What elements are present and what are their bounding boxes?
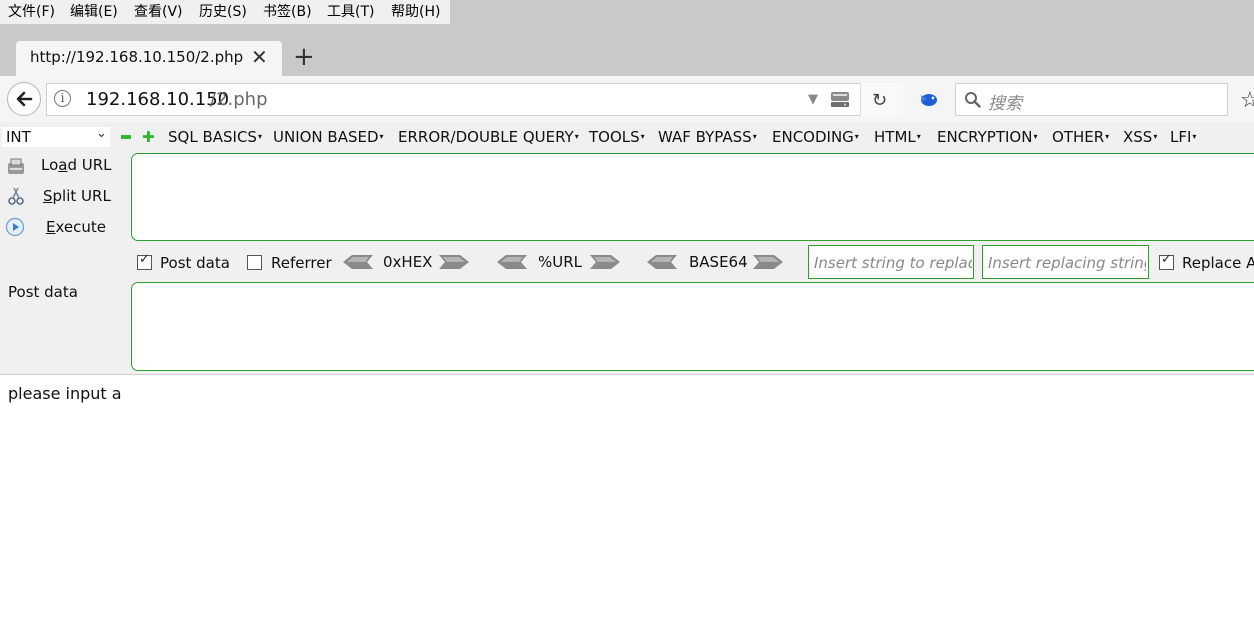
check-icon: ✓	[1161, 252, 1172, 267]
base64-decode-arrow-icon[interactable]	[647, 255, 677, 269]
base64-encode-arrow-icon[interactable]	[753, 255, 783, 269]
url-decode-arrow-icon[interactable]	[497, 255, 527, 269]
check-icon: ✓	[139, 252, 150, 267]
menu-html[interactable]: HTML▾	[874, 128, 921, 146]
site-info-icon[interactable]: i	[54, 90, 71, 107]
hex-encode-arrow-icon[interactable]	[439, 255, 469, 269]
type-select-value: INT	[6, 128, 31, 146]
url-dropdown-icon[interactable]: ▼	[808, 92, 818, 107]
extension-bird-icon[interactable]	[919, 91, 939, 107]
page-output-text: please input a	[8, 384, 122, 403]
menu-waf-bypass[interactable]: WAF BYPASS▾	[658, 128, 757, 146]
split-url-icon	[8, 187, 24, 205]
url-encode-arrow-icon[interactable]	[590, 255, 620, 269]
menu-sql-basics[interactable]: SQL BASICS▾	[168, 128, 262, 146]
menu-encryption[interactable]: ENCRYPTION▾	[937, 128, 1037, 146]
load-url-icon	[8, 158, 24, 174]
menu-help[interactable]: 帮助(H)	[391, 3, 440, 21]
url-host[interactable]: 192.168.10.150	[86, 89, 229, 110]
back-arrow-icon	[16, 91, 33, 107]
replace-string-placeholder: Insert replacing string	[988, 254, 1146, 272]
menu-view[interactable]: 查看(V)	[134, 3, 183, 21]
back-button[interactable]	[7, 82, 41, 116]
search-placeholder: 搜索	[988, 94, 1022, 114]
load-url-button[interactable]: Load URL	[41, 156, 112, 174]
replace-all-checkbox[interactable]: ✓	[1159, 252, 1174, 270]
url-path[interactable]: /2.php	[210, 89, 268, 110]
new-tab-icon[interactable]: +	[293, 43, 315, 71]
url-encoder-label: %URL	[538, 253, 583, 271]
url-textarea[interactable]	[131, 153, 1254, 241]
post-data-textarea[interactable]	[131, 282, 1254, 371]
menu-bar: 文件(F) 编辑(E) 查看(V) 历史(S) 书签(B) 工具(T) 帮助(H…	[0, 0, 1254, 24]
find-string-placeholder: Insert string to replace	[814, 254, 972, 272]
tab-close-icon[interactable]: ✕	[251, 47, 268, 67]
tab-title: http://192.168.10.150/2.php	[30, 48, 244, 66]
replace-all-label: Replace A	[1182, 254, 1254, 272]
menu-union-based[interactable]: UNION BASED▾	[273, 128, 384, 146]
menu-tools[interactable]: TOOLS▾	[589, 128, 645, 146]
hex-encoder-label: 0xHEX	[383, 253, 433, 271]
menu-xss[interactable]: XSS▾	[1123, 128, 1157, 146]
referrer-checkbox-label: Referrer	[271, 254, 332, 272]
execute-button[interactable]: Execute	[46, 218, 106, 236]
post-data-checkbox-label: Post data	[160, 254, 230, 272]
minus-icon[interactable]	[121, 135, 131, 139]
menu-encoding[interactable]: ENCODING▾	[772, 128, 859, 146]
base64-encoder-label: BASE64	[689, 253, 748, 271]
post-data-label: Post data	[8, 283, 78, 301]
menu-error-double-query[interactable]: ERROR/DOUBLE QUERY▾	[398, 128, 579, 146]
menu-history[interactable]: 历史(S)	[199, 3, 247, 21]
post-data-checkbox[interactable]: ✓	[137, 252, 152, 270]
menu-edit[interactable]: 编辑(E)	[70, 3, 118, 21]
bookmark-star-icon[interactable]: ☆	[1240, 88, 1254, 113]
referrer-checkbox[interactable]	[247, 255, 262, 270]
network-drive-icon[interactable]	[830, 89, 850, 109]
menu-lfi[interactable]: LFI▾	[1170, 128, 1196, 146]
split-url-button[interactable]: Split URL	[43, 187, 111, 205]
menu-bookmarks[interactable]: 书签(B)	[263, 3, 312, 21]
search-icon	[965, 92, 981, 108]
chevron-down-icon[interactable]: ⌄	[96, 126, 107, 141]
menu-file[interactable]: 文件(F)	[8, 3, 55, 21]
menu-tools[interactable]: 工具(T)	[327, 3, 374, 21]
plus-icon[interactable]: ✚	[142, 130, 155, 145]
menu-other[interactable]: OTHER▾	[1052, 128, 1109, 146]
hex-decode-arrow-icon[interactable]	[343, 255, 373, 269]
reload-icon[interactable]: ↻	[872, 90, 887, 111]
execute-play-icon	[5, 217, 25, 237]
